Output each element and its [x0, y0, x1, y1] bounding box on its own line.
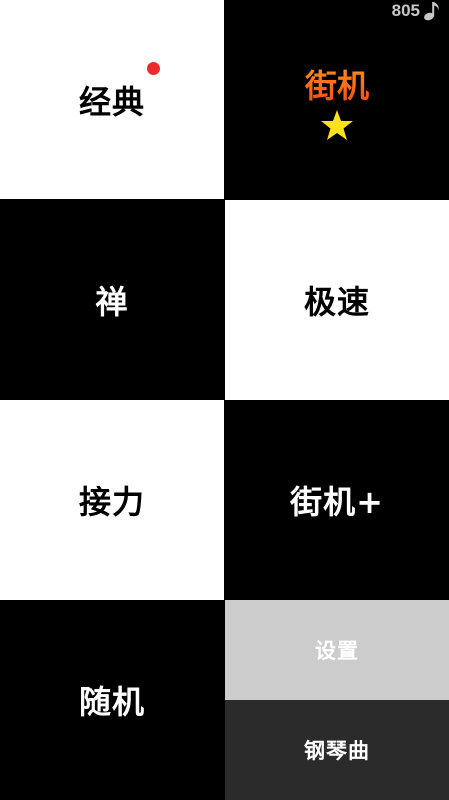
- piano-songs-label: 钢琴曲: [304, 739, 370, 763]
- mode-tile-random[interactable]: 随机: [0, 600, 224, 800]
- mode-tile-arcade-plus[interactable]: 街机+: [225, 400, 449, 600]
- new-badge-dot: [147, 62, 160, 75]
- mode-label-random: 随机: [78, 683, 145, 721]
- score-display: 805: [392, 0, 441, 22]
- mode-label-speed: 极速: [303, 283, 370, 321]
- star-icon: [321, 109, 353, 140]
- piano-songs-button[interactable]: 钢琴曲: [225, 700, 449, 800]
- music-note-icon: [424, 2, 439, 21]
- mode-label-classic: 经典: [78, 82, 145, 121]
- mode-label-arcade-plus: 街机+: [290, 483, 384, 521]
- mode-label-arcade: 街机: [305, 61, 369, 107]
- mode-grid: 经典 街机 禅 极速 接力 街机+ 随机 设置 钢琴曲 805: [0, 0, 449, 800]
- settings-button[interactable]: 设置: [225, 600, 449, 700]
- score-value: 805: [391, 1, 420, 20]
- settings-label: 设置: [315, 639, 359, 663]
- mode-tile-arcade[interactable]: 街机: [225, 0, 449, 199]
- mode-tile-relay[interactable]: 接力: [0, 400, 224, 600]
- mode-tile-zen[interactable]: 禅: [0, 200, 224, 400]
- mode-tile-classic[interactable]: 经典: [0, 0, 224, 199]
- mode-label-relay: 接力: [78, 483, 145, 521]
- mode-tile-speed[interactable]: 极速: [225, 200, 449, 400]
- mode-label-zen: 禅: [95, 283, 129, 321]
